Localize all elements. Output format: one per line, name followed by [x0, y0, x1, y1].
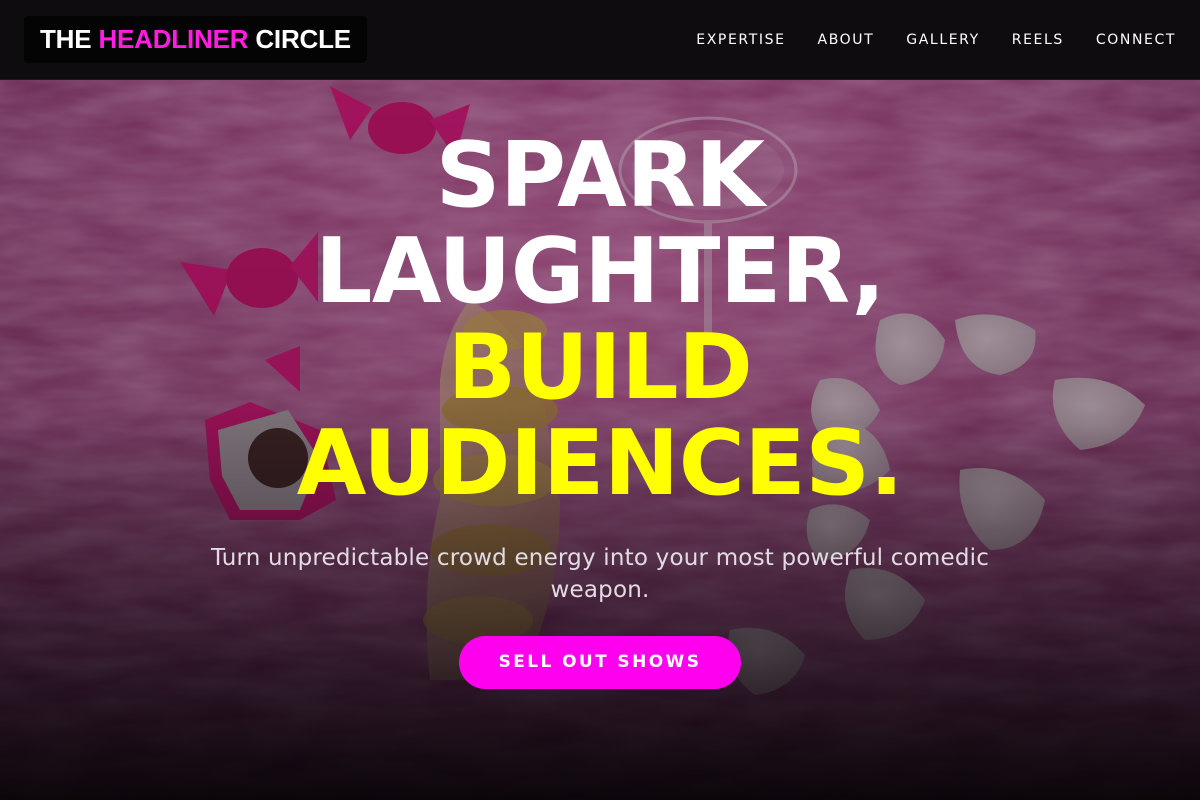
logo-word-circle: CIRCLE [255, 24, 351, 54]
nav-link-reels[interactable]: REELS [1012, 32, 1064, 48]
hero-headline: SPARK LAUGHTER, BUILD AUDIENCES. [0, 128, 1200, 512]
headline-line-spark: SPARK [435, 123, 765, 228]
nav-link-about[interactable]: ABOUT [818, 32, 875, 48]
site-header: THE HEADLINER CIRCLE EXPERTISE ABOUT GAL… [0, 0, 1200, 80]
nav-link-expertise[interactable]: EXPERTISE [696, 32, 785, 48]
headline-line-build: BUILD [447, 315, 753, 420]
logo-word-the: THE [40, 24, 92, 54]
main-nav: EXPERTISE ABOUT GALLERY REELS CONNECT [664, 0, 1176, 80]
sell-out-shows-button[interactable]: SELL OUT SHOWS [458, 636, 742, 689]
hero-subtitle: Turn unpredictable crowd energy into you… [210, 545, 990, 603]
headline-line-audiences: AUDIENCES. [296, 411, 904, 516]
nav-link-gallery[interactable]: GALLERY [906, 32, 979, 48]
headline-line-laughter: LAUGHTER, [314, 219, 886, 324]
logo-word-headliner: HEADLINER [98, 24, 249, 54]
hero-content: SPARK LAUGHTER, BUILD AUDIENCES. Turn un… [0, 128, 1200, 689]
nav-link-connect[interactable]: CONNECT [1096, 32, 1176, 48]
site-logo[interactable]: THE HEADLINER CIRCLE [24, 16, 367, 63]
hero-section: SPARK LAUGHTER, BUILD AUDIENCES. Turn un… [0, 80, 1200, 800]
